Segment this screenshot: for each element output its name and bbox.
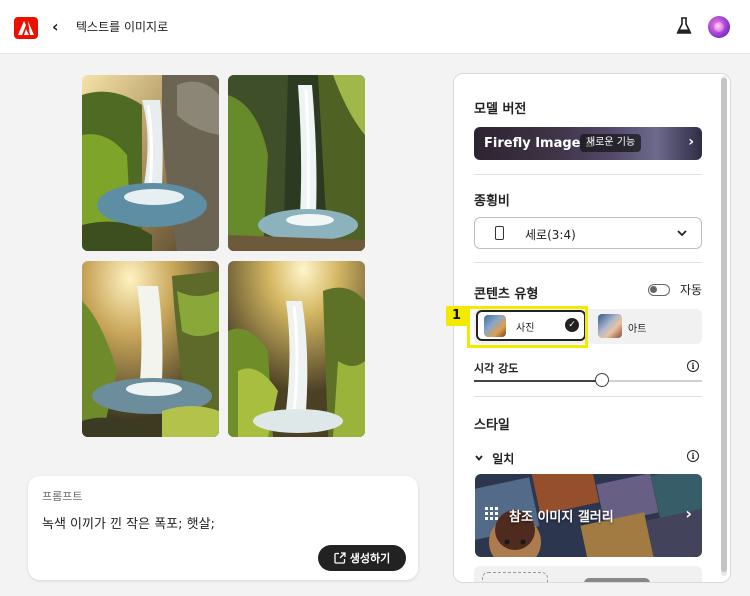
aspect-ratio-title: 종횡비: [474, 194, 510, 209]
chevron-right-icon: ›: [685, 504, 692, 523]
info-icon[interactable]: i: [687, 360, 699, 372]
auto-label: 자동: [680, 283, 703, 297]
generated-image-3[interactable]: [82, 261, 219, 437]
slider-fill: [474, 380, 602, 382]
aspect-ratio-select[interactable]: 세로(3:4): [474, 217, 702, 249]
generate-button-label: 생성하기: [349, 553, 391, 565]
art-thumbnail: [598, 314, 622, 338]
match-label: 일치: [492, 452, 515, 466]
reference-gallery-button[interactable]: 참조 이미지 갤러리 ›: [475, 474, 702, 557]
chevron-right-icon: ›: [688, 134, 694, 150]
art-label: 아트: [628, 324, 647, 335]
adobe-logo-icon[interactable]: [14, 17, 38, 39]
panel-scrollbar[interactable]: [721, 76, 727, 576]
style-option-pill[interactable]: [584, 578, 650, 582]
generate-icon: [334, 552, 346, 564]
generate-button[interactable]: 생성하기: [318, 545, 406, 571]
upload-placeholder[interactable]: [482, 572, 548, 582]
content-type-title: 콘텐츠 유형: [474, 287, 539, 302]
annotation-number: 1: [446, 306, 467, 326]
model-name: Firefly Image 2: [484, 136, 595, 151]
style-options-row: [474, 566, 702, 582]
style-title: 스타일: [474, 418, 510, 433]
app-header: ‹ 텍스트를 이미지로: [0, 0, 750, 54]
generated-image-4[interactable]: [228, 261, 365, 437]
model-version-title: 모델 버전: [474, 102, 527, 117]
content-type-art[interactable]: 아트: [598, 312, 698, 341]
visual-intensity-label: 시각 강도: [474, 362, 519, 375]
portrait-icon: [495, 226, 504, 240]
reference-gallery-label: 참조 이미지 갤러리: [509, 510, 614, 525]
auto-toggle[interactable]: [648, 284, 670, 296]
generated-image-1[interactable]: [82, 75, 219, 251]
generated-image-2[interactable]: [228, 75, 365, 251]
model-version-card[interactable]: Firefly Image 2 새로운 기능 ›: [474, 127, 702, 160]
aspect-ratio-value: 세로(3:4): [525, 228, 576, 242]
flask-icon[interactable]: [676, 17, 692, 39]
slider-thumb[interactable]: [594, 373, 609, 387]
visual-intensity-slider[interactable]: [474, 380, 702, 382]
chevron-down-icon: [677, 230, 687, 237]
divider: [474, 174, 702, 175]
chevron-down-icon: [474, 452, 488, 466]
page-title: 텍스트를 이미지로: [76, 20, 169, 34]
divider: [474, 262, 702, 263]
new-feature-badge: 새로운 기능: [580, 134, 642, 152]
prompt-card: 프롬프트 녹색 이끼가 낀 작은 폭포; 햇살; 생성하기: [28, 476, 418, 580]
prompt-input[interactable]: 녹색 이끼가 낀 작은 폭포; 햇살;: [42, 513, 215, 532]
match-section-toggle[interactable]: 일치: [474, 450, 514, 467]
gallery-grid-icon: [485, 507, 499, 521]
back-button[interactable]: ‹: [52, 17, 59, 37]
info-icon[interactable]: i: [687, 450, 699, 462]
prompt-label: 프롬프트: [42, 490, 83, 503]
annotation-highlight-box: [467, 306, 588, 348]
user-avatar-icon[interactable]: [708, 16, 730, 38]
divider: [474, 396, 702, 397]
scrollbar-thumb[interactable]: [721, 78, 727, 572]
